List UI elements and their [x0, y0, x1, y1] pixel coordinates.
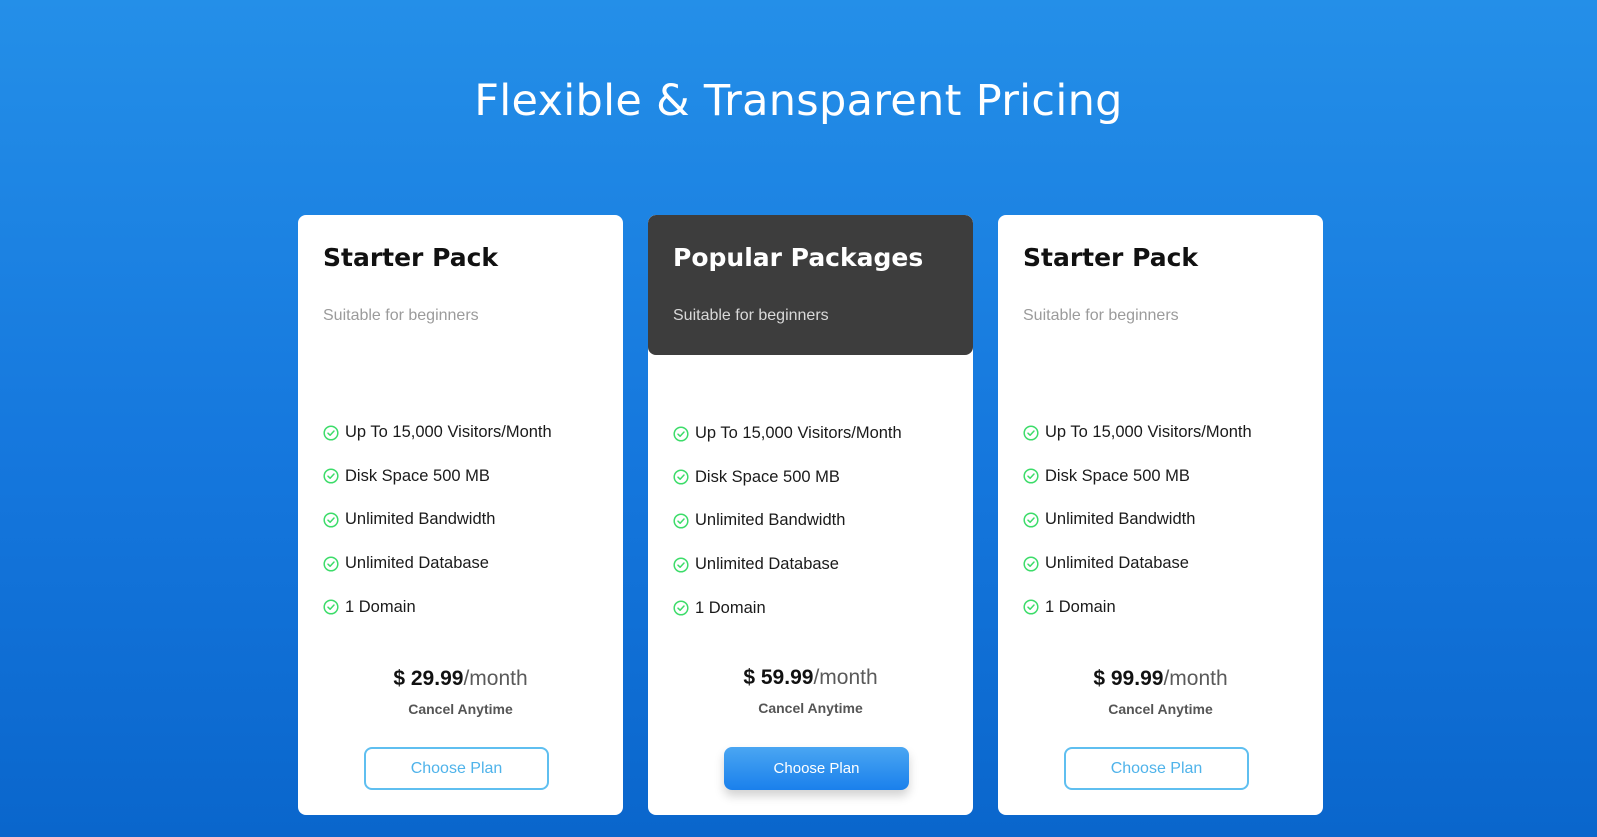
price-period: /month	[463, 667, 528, 690]
feature-label: 1 Domain	[345, 597, 416, 616]
choose-plan-button[interactable]: Choose Plan	[724, 747, 909, 790]
feature-list: Up To 15,000 Visitors/Month Disk Space 5…	[1023, 411, 1313, 629]
check-circle-icon	[1023, 512, 1039, 528]
feature-item: Up To 15,000 Visitors/Month	[323, 411, 613, 455]
plan-card-starter-1: Starter Pack Suitable for beginners Up T…	[298, 215, 623, 815]
feature-label: Disk Space 500 MB	[695, 467, 840, 486]
check-circle-icon	[673, 426, 689, 442]
plan-card-popular: Popular Packages Suitable for beginners …	[648, 215, 973, 815]
feature-item: Disk Space 500 MB	[1023, 455, 1313, 499]
feature-label: Up To 15,000 Visitors/Month	[695, 424, 902, 443]
price-amount: $ 99.99	[1093, 667, 1164, 690]
feature-label: Unlimited Database	[695, 555, 839, 574]
price-period: /month	[813, 666, 878, 689]
feature-label: Unlimited Database	[1045, 554, 1189, 573]
feature-label: Unlimited Database	[345, 554, 489, 573]
plan-card-header: Popular Packages Suitable for beginners	[648, 215, 973, 355]
page-title: Flexible & Transparent Pricing	[474, 76, 1123, 126]
plan-name: Starter Pack	[323, 243, 499, 272]
feature-item: Unlimited Database	[1023, 542, 1313, 586]
cancel-note: Cancel Anytime	[758, 700, 863, 716]
check-circle-icon	[673, 557, 689, 573]
feature-list: Up To 15,000 Visitors/Month Disk Space 5…	[673, 412, 963, 630]
plan-subtitle: Suitable for beginners	[323, 307, 479, 324]
plan-card-header: Starter Pack Suitable for beginners	[998, 215, 1323, 355]
check-circle-icon	[323, 599, 339, 615]
check-circle-icon	[673, 469, 689, 485]
plan-price: $ 99.99/month	[998, 667, 1323, 691]
feature-label: Unlimited Bandwidth	[345, 510, 496, 529]
check-circle-icon	[1023, 425, 1039, 441]
feature-label: Unlimited Bandwidth	[1045, 510, 1196, 529]
feature-label: Up To 15,000 Visitors/Month	[1045, 423, 1252, 442]
feature-label: Up To 15,000 Visitors/Month	[345, 423, 552, 442]
feature-item: Up To 15,000 Visitors/Month	[1023, 411, 1313, 455]
plan-name: Popular Packages	[673, 243, 924, 272]
check-circle-icon	[1023, 468, 1039, 484]
check-circle-icon	[673, 600, 689, 616]
feature-list: Up To 15,000 Visitors/Month Disk Space 5…	[323, 411, 613, 629]
feature-item: Disk Space 500 MB	[673, 456, 963, 500]
feature-item: Up To 15,000 Visitors/Month	[673, 412, 963, 456]
check-circle-icon	[1023, 556, 1039, 572]
plan-card-header: Starter Pack Suitable for beginners	[298, 215, 623, 355]
feature-item: Unlimited Bandwidth	[323, 498, 613, 542]
feature-item: Disk Space 500 MB	[323, 455, 613, 499]
feature-item: 1 Domain	[673, 586, 963, 630]
feature-item: Unlimited Bandwidth	[673, 499, 963, 543]
price-amount: $ 59.99	[743, 666, 814, 689]
feature-label: 1 Domain	[1045, 597, 1116, 616]
feature-label: 1 Domain	[695, 598, 766, 617]
feature-item: Unlimited Database	[323, 542, 613, 586]
check-circle-icon	[673, 513, 689, 529]
price-period: /month	[1163, 667, 1228, 690]
choose-plan-button[interactable]: Choose Plan	[364, 747, 549, 790]
feature-item: Unlimited Bandwidth	[1023, 498, 1313, 542]
plan-price: $ 29.99/month	[298, 667, 623, 691]
check-circle-icon	[323, 512, 339, 528]
price-amount: $ 29.99	[393, 667, 464, 690]
feature-item: Unlimited Database	[673, 543, 963, 587]
check-circle-icon	[323, 556, 339, 572]
plan-subtitle: Suitable for beginners	[673, 307, 829, 324]
plan-card-starter-2: Starter Pack Suitable for beginners Up T…	[998, 215, 1323, 815]
choose-plan-button[interactable]: Choose Plan	[1064, 747, 1249, 790]
feature-label: Unlimited Bandwidth	[695, 511, 846, 530]
check-circle-icon	[323, 425, 339, 441]
feature-label: Disk Space 500 MB	[345, 466, 490, 485]
check-circle-icon	[1023, 599, 1039, 615]
pricing-cards: Starter Pack Suitable for beginners Up T…	[298, 215, 1323, 815]
cancel-note: Cancel Anytime	[408, 701, 513, 717]
plan-name: Starter Pack	[1023, 243, 1199, 272]
feature-item: 1 Domain	[323, 585, 613, 629]
plan-price: $ 59.99/month	[648, 666, 973, 690]
check-circle-icon	[323, 468, 339, 484]
cancel-note: Cancel Anytime	[1108, 701, 1213, 717]
feature-label: Disk Space 500 MB	[1045, 466, 1190, 485]
plan-subtitle: Suitable for beginners	[1023, 307, 1179, 324]
feature-item: 1 Domain	[1023, 585, 1313, 629]
